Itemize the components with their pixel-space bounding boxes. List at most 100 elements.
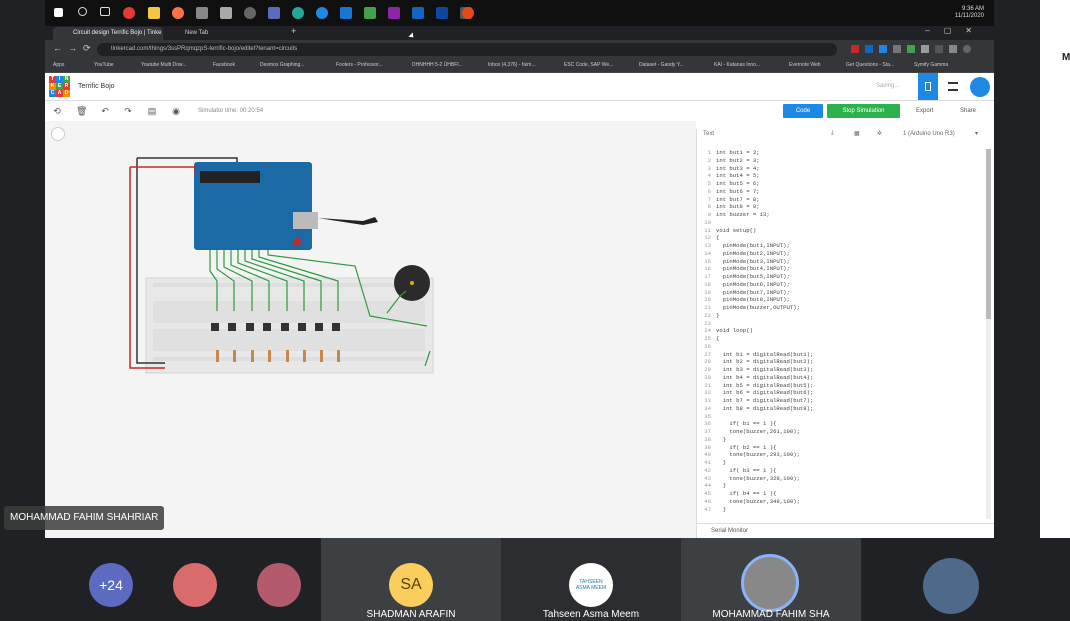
code-line: 41 } [697, 459, 987, 467]
code-line: 38 } [697, 436, 987, 444]
settings-icon[interactable] [244, 7, 256, 19]
file-explorer-icon[interactable] [148, 7, 160, 19]
code-line: 11 void setup() [697, 227, 987, 235]
code-editor-panel: Text ⤓ ▦ ✲ 1 (Arduino Uno R3) ▾ 1 int but… [696, 129, 994, 538]
url-bar[interactable]: tinkercad.com/things/3ssPRqmqzpS-terrifi… [97, 43, 837, 56]
upload-icon[interactable]: ▦ [854, 130, 860, 137]
app-icon[interactable] [220, 7, 232, 19]
avatar [257, 563, 301, 607]
chrome-icon[interactable] [123, 7, 135, 19]
bookmark-item[interactable]: ESC Code, SAP We... [564, 62, 613, 68]
scrollbar-thumb[interactable] [986, 149, 991, 319]
line-number: 35 [704, 412, 711, 420]
bookmark-item[interactable]: KAI - Katanas Inno... [714, 62, 760, 68]
app-icon[interactable] [316, 7, 328, 19]
edge-icon[interactable] [292, 7, 304, 19]
active-speaker-tile[interactable]: MOHAMMAD FAHIM SHA [681, 538, 861, 621]
line-number: 46 [704, 497, 711, 505]
word-icon[interactable] [412, 7, 424, 19]
eye-icon[interactable]: ◉ [171, 106, 181, 116]
firefox-icon[interactable] [172, 7, 184, 19]
search-icon[interactable] [78, 7, 87, 16]
bookmark-item[interactable]: DHNHHH 5-2 ÜHBFI... [412, 62, 463, 68]
code-line: 23 [697, 320, 987, 328]
avatar [923, 558, 979, 614]
bookmark-item[interactable]: Desmos Graphing... [260, 62, 304, 68]
user-avatar[interactable] [970, 77, 990, 97]
code-button[interactable]: Code [783, 104, 823, 118]
stop-simulation-button[interactable]: Stop Simulation [827, 104, 900, 118]
notes-icon[interactable]: ▤ [147, 106, 157, 116]
line-code: int b2 = digitalRead(but2); [716, 358, 814, 366]
app-icon[interactable] [388, 7, 400, 19]
line-number: 27 [704, 350, 711, 358]
code-line: 26 [697, 343, 987, 351]
vscode-icon[interactable] [340, 7, 352, 19]
delete-icon[interactable]: 🗑 [76, 106, 87, 116]
code-scrollbar[interactable] [986, 149, 991, 519]
bookmark-apps[interactable]: Apps [53, 62, 64, 68]
bookmark-youtube[interactable]: YouTube [94, 62, 114, 68]
participant-tile[interactable] [165, 538, 225, 621]
presenter-name-label: MOHAMMAD FAHIM SHAHRIAR [4, 506, 165, 530]
participant-tile[interactable] [250, 538, 310, 621]
reset-button [293, 238, 301, 246]
serial-monitor-toggle[interactable]: Serial Monitor [697, 523, 994, 538]
browser-tab[interactable]: New Tab [165, 27, 285, 40]
debug-icon[interactable]: ✲ [877, 130, 882, 137]
app-icon[interactable] [196, 7, 208, 19]
tinkercad-header: TIN KER CAD Terrific Bojo Saving... [45, 73, 994, 101]
circuit-canvas[interactable] [45, 121, 696, 538]
share-button[interactable]: Share [960, 108, 976, 114]
line-code: pinMode(but5,INPUT); [716, 273, 790, 280]
more-participants-tile[interactable]: +24 [80, 538, 140, 621]
chevron-down-icon[interactable]: ▾ [975, 130, 978, 137]
powerpoint-icon[interactable] [462, 7, 474, 19]
code-line: 12 { [697, 234, 987, 242]
new-tab-icon[interactable]: + [291, 26, 296, 36]
bookmark-inbox[interactable]: Inbox (4,376) - faim... [488, 62, 536, 68]
bookmark-item[interactable]: Footers - Professor... [336, 62, 383, 68]
teams-icon[interactable] [268, 7, 280, 19]
export-button[interactable]: Export [916, 108, 933, 114]
rotate-icon[interactable]: ⟲ [52, 106, 62, 116]
bookmark-facebook[interactable]: Facebook [213, 62, 235, 68]
windows-start-icon[interactable] [54, 8, 63, 17]
participant-name: SHADMAN ARAFIN [366, 609, 456, 620]
list-view-icon[interactable] [948, 82, 958, 91]
bookmark-item[interactable]: Symify Gamma [914, 62, 948, 68]
windows-taskbar: 9:36 AM 11/11/2020 [45, 0, 994, 26]
system-clock[interactable]: 9:36 AM 11/11/2020 [955, 6, 984, 20]
app-icon[interactable] [364, 7, 376, 19]
line-code: if( b1 == 1 ){ [716, 420, 777, 428]
circuit-view-button[interactable] [918, 73, 938, 100]
browser-tab[interactable]: Circuit design Terrific Bojo | Tinke [53, 27, 163, 40]
line-number: 1 [707, 149, 711, 156]
tinkercad-logo[interactable]: TIN KER CAD [49, 76, 70, 97]
code-line: 45 if( b4 == 1 ){ [697, 490, 987, 498]
redo-icon[interactable]: ↷ [123, 106, 133, 116]
line-number: 17 [704, 273, 711, 280]
line-code: int but5 = 6; [716, 180, 760, 187]
code-text-area[interactable]: 1 int but1 = 2; 2 int but2 = 3; 3 int but3 = … [697, 149, 987, 519]
bookmark-item[interactable]: Get Questions - Sta... [846, 62, 894, 68]
download-icon[interactable]: ⤓ [831, 130, 834, 137]
bookmark-evernote[interactable]: Evernote Web [789, 62, 821, 68]
participant-tile[interactable]: TAHSEEN ASMA MEEM Tahseen Asma Meem [501, 538, 681, 621]
extension-icons[interactable] [851, 45, 981, 54]
window-controls[interactable]: –▢✕ [925, 26, 986, 35]
project-title[interactable]: Terrific Bojo [78, 83, 115, 90]
shared-screen: 9:36 AM 11/11/2020 Circuit design Terrif… [45, 0, 994, 538]
device-select[interactable]: 1 (Arduino Uno R3) [903, 131, 955, 137]
undo-icon[interactable]: ↶ [100, 106, 110, 116]
participant-tile[interactable] [901, 538, 991, 621]
bookmark-item[interactable]: Youtube Multi Dow... [141, 62, 186, 68]
task-view-icon[interactable] [100, 7, 110, 16]
line-code: int but6 = 7; [716, 187, 760, 195]
nav-arrows-icon[interactable]: ←→⟳ [53, 43, 97, 54]
bookmark-item[interactable]: Dataset - Gandy Y... [639, 62, 684, 68]
participant-tile[interactable]: SA SHADMAN ARAFIN [321, 538, 501, 621]
line-code: int but1 = 2; [716, 149, 760, 156]
app-icon[interactable] [436, 7, 448, 19]
code-mode-select[interactable]: Text [703, 131, 714, 137]
